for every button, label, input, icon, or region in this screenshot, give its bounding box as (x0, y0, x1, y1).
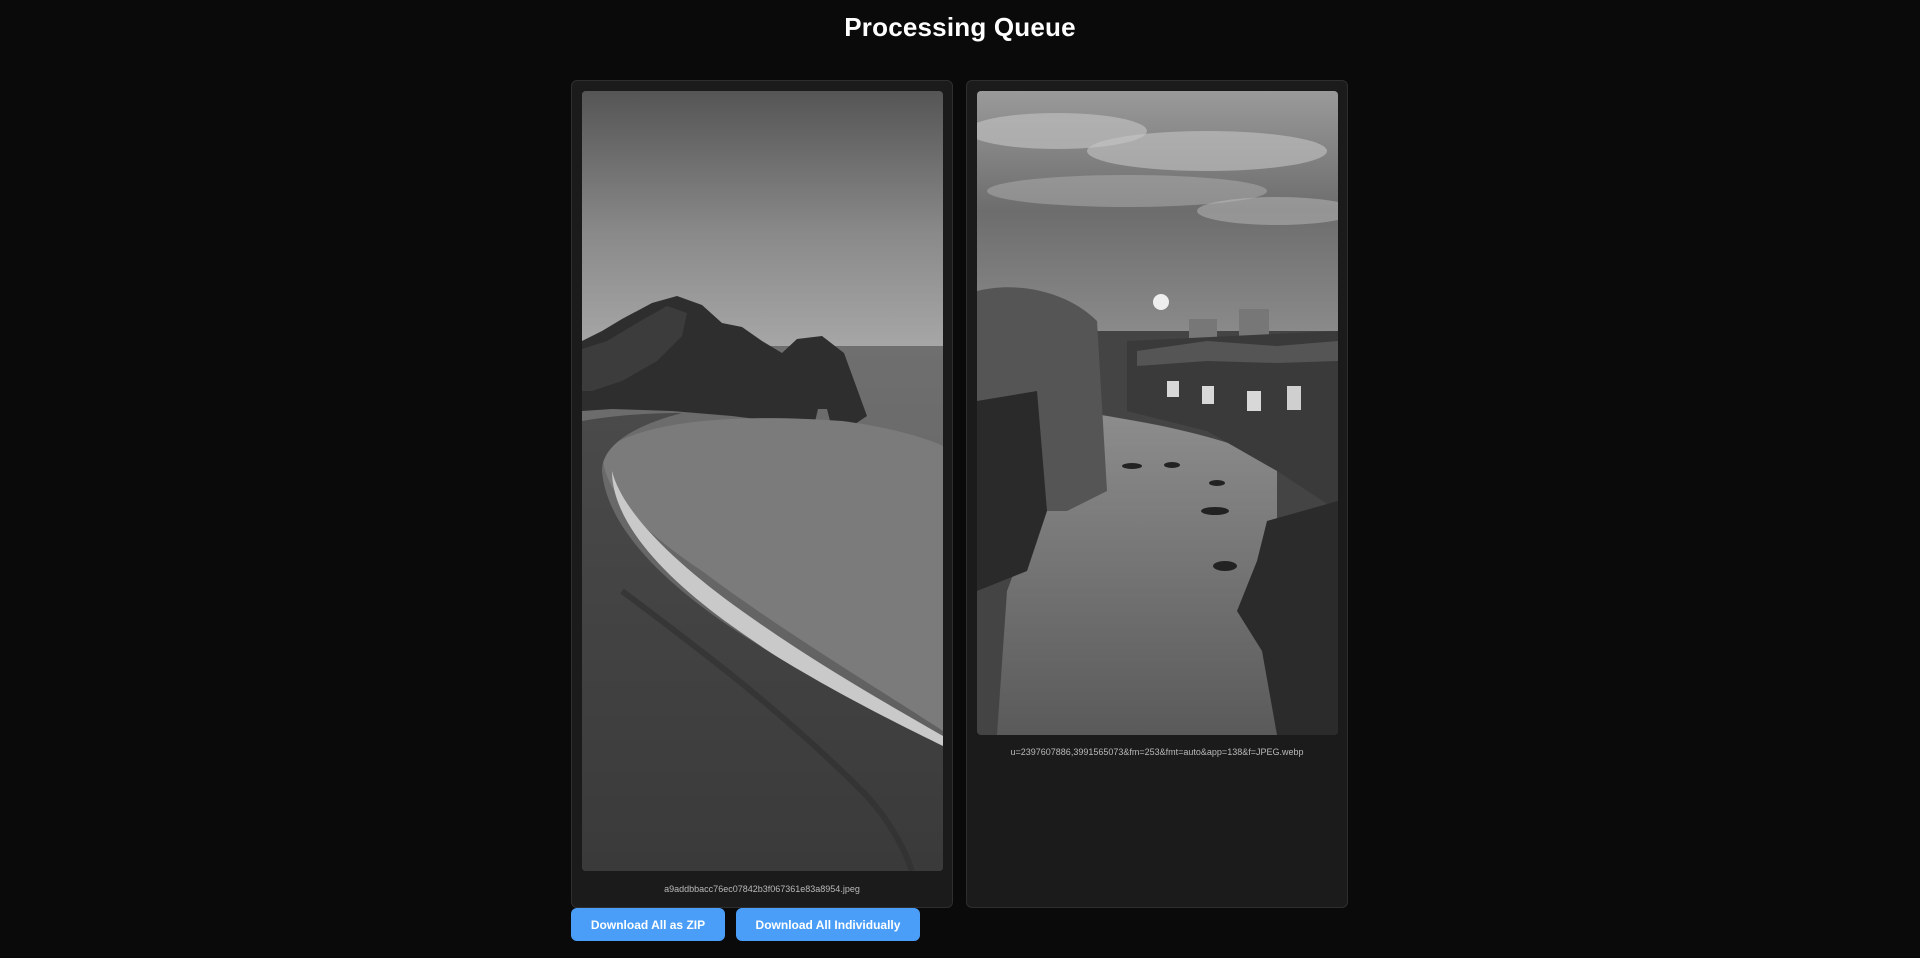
canal-town-image (977, 91, 1338, 735)
image-preview[interactable] (977, 91, 1338, 735)
download-zip-button[interactable]: Download All as ZIP (571, 908, 725, 941)
queue-item-card: u=2397607886,3991565073&fm=253&fmt=auto&… (966, 80, 1348, 908)
file-name: u=2397607886,3991565073&fm=253&fmt=auto&… (1010, 747, 1304, 757)
file-name: a9addbbacc76ec07842b3f067361e83a8954.jpe… (664, 884, 860, 894)
image-preview[interactable] (582, 91, 943, 871)
queue-item-card: a9addbbacc76ec07842b3f067361e83a8954.jpe… (571, 80, 953, 908)
page-title: Processing Queue (844, 12, 1076, 42)
page: Processing Queue a9addbbacc76ec07842b3f0… (0, 0, 1920, 958)
coastal-arch-image (582, 91, 943, 871)
download-individually-button[interactable]: Download All Individually (736, 908, 920, 941)
